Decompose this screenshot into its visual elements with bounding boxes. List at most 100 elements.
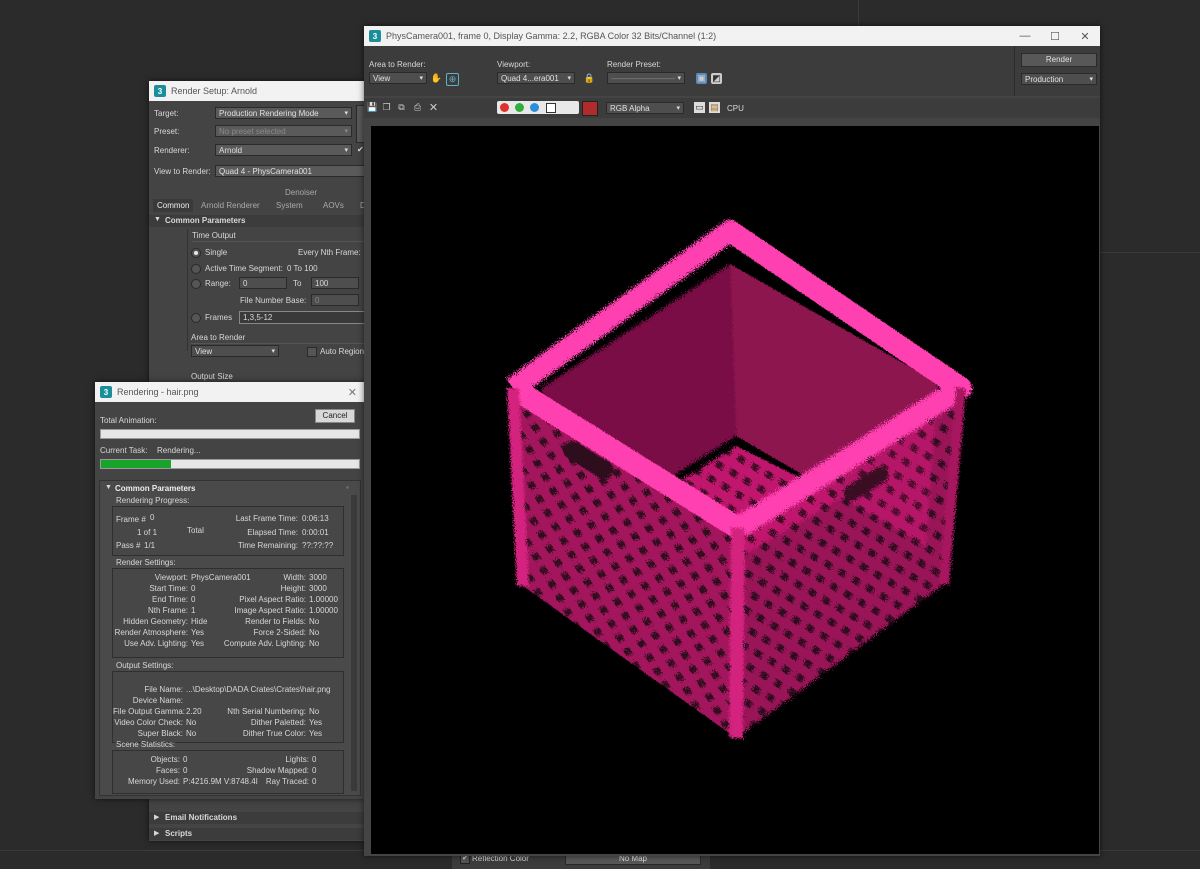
area-to-render-dropdown[interactable]: View ▾ — [191, 345, 279, 357]
file-name-value: ...\Desktop\DADA Crates\Crates\hair.png — [186, 685, 331, 694]
window-title: Render Setup: Arnold — [171, 86, 258, 96]
frame-buffer-titlebar[interactable]: 3 PhysCamera001, frame 0, Display Gamma:… — [364, 26, 1100, 46]
display-icon[interactable]: ▭ — [694, 102, 705, 113]
render-settings-box: Viewport: PhysCamera001 Width: 3000 Star… — [112, 568, 344, 658]
range-label: Range: — [205, 279, 231, 288]
frame-count: 1 of 1 — [137, 528, 158, 537]
rollout-handle-icon: ▪ — [346, 483, 349, 492]
alpha-channel-icon[interactable] — [546, 103, 556, 113]
render-setup-titlebar[interactable]: 3 Render Setup: Arnold — [149, 81, 367, 101]
rendering-progress-box: Frame # 0 1 of 1 Total Pass # 1/1 Last F… — [112, 506, 344, 556]
viewport-label: Viewport: — [497, 60, 531, 69]
frames-radio[interactable] — [191, 313, 201, 323]
active-segment-label: Active Time Segment: — [205, 264, 283, 273]
cancel-button[interactable]: Cancel — [315, 409, 355, 423]
monochrome-icon[interactable] — [565, 104, 572, 111]
render-fields-value: No — [309, 617, 320, 626]
checkmark-icon[interactable]: ✔ — [357, 145, 364, 154]
render-mode-dropdown[interactable]: Production ▾ — [1021, 73, 1097, 85]
current-task-value: Rendering... — [157, 446, 201, 455]
range-from-input[interactable]: 0 — [239, 277, 287, 289]
window-title: Rendering - hair.png — [117, 387, 199, 397]
environment-icon[interactable]: ◩ — [711, 73, 722, 84]
scene-statistics-box: Objects: 0 Lights: 0 Faces: 0 Shadow Map… — [112, 750, 344, 794]
tab-denoiser[interactable]: Denoiser — [285, 188, 317, 197]
color-swatch[interactable] — [582, 101, 598, 116]
preset-dropdown[interactable]: No preset selected ▾ — [215, 125, 352, 137]
green-channel-icon[interactable] — [515, 103, 524, 112]
tab-aovs[interactable]: AOVs — [323, 201, 344, 210]
maximize-icon[interactable]: ☐ — [1040, 26, 1070, 46]
viewport-divider — [1100, 252, 1200, 253]
active-segment-radio[interactable] — [191, 264, 201, 274]
pixel-aspect-label: Pixel Aspect Ratio: — [239, 595, 306, 604]
area-to-render-dropdown[interactable]: View ▾ — [369, 72, 427, 84]
tab-arnold-renderer[interactable]: Arnold Renderer — [201, 201, 260, 210]
dither-true-color-label: Dither True Color: — [242, 729, 306, 738]
scrollbar[interactable] — [351, 495, 357, 791]
lock-icon[interactable]: 🔒 — [584, 73, 595, 84]
faces-label: Faces: — [155, 766, 180, 775]
render-preset-label: Render Preset: — [607, 60, 661, 69]
viewport-label: Viewport: — [154, 573, 188, 582]
pass-value: 1/1 — [144, 541, 156, 550]
width-label: Width: — [283, 573, 306, 582]
frame-buffer-window: 3 PhysCamera001, frame 0, Display Gamma:… — [364, 26, 1100, 856]
viewport-dropdown[interactable]: Quad 4...era001 ▾ — [497, 72, 575, 84]
compute-adv-lighting-value: No — [309, 639, 320, 648]
rendering-titlebar[interactable]: 3 Rendering - hair.png ✕ — [95, 382, 365, 402]
auto-region-checkbox[interactable] — [307, 347, 317, 357]
scripts-rollout[interactable]: ▶ Scripts — [149, 828, 367, 840]
renderer-dropdown[interactable]: Arnold ▾ — [215, 144, 352, 156]
range-to-input[interactable]: 100 — [311, 277, 359, 289]
minimize-icon[interactable]: — — [1010, 26, 1040, 46]
file-name-label: File Name: — [144, 685, 183, 694]
tab-system[interactable]: System — [276, 201, 303, 210]
red-channel-icon[interactable] — [500, 103, 509, 112]
clear-icon[interactable]: ✕ — [428, 102, 439, 114]
channel-display-dropdown[interactable]: RGB Alpha ▾ — [606, 102, 684, 114]
common-params-heading: Common Parameters — [115, 484, 196, 493]
frames-input[interactable]: 1,3,5-12 — [239, 311, 367, 324]
single-radio[interactable] — [191, 248, 201, 258]
adv-lighting-value: Yes — [191, 639, 205, 648]
close-icon[interactable]: ✕ — [348, 386, 357, 399]
region-icon[interactable]: ⊕ — [446, 73, 459, 86]
image-icon[interactable]: ▤ — [709, 102, 720, 113]
render-button[interactable]: Render — [1021, 53, 1097, 67]
render-preset-dropdown[interactable]: ———————— ▾ — [607, 72, 685, 84]
email-notifications-rollout[interactable]: ▶ Email Notifications — [149, 812, 367, 824]
view-to-render-label: View to Render: — [154, 167, 211, 176]
pan-hand-icon[interactable]: ✋ — [431, 73, 442, 84]
viewport-divider — [858, 0, 859, 26]
save-icon[interactable]: 💾 — [367, 102, 378, 113]
rendering-progress-heading: Rendering Progress: — [116, 496, 190, 505]
tab-common[interactable]: Common — [153, 199, 194, 212]
target-dropdown[interactable]: Production Rendering Mode ▾ — [215, 107, 352, 119]
close-icon[interactable]: ✕ — [1070, 26, 1100, 46]
render-setup-icon[interactable]: ▣ — [696, 73, 707, 84]
dither-paletted-label: Dither Paletted: — [250, 718, 306, 727]
common-params-rollout[interactable]: ▼ Common Parameters — [149, 215, 367, 227]
render-canvas[interactable] — [371, 126, 1099, 854]
hidden-geometry-label: Hidden Geometry: — [123, 617, 188, 626]
video-color-check-value: No — [186, 718, 197, 727]
area-to-render-label: Area to Render: — [369, 60, 426, 69]
height-value: 3000 — [309, 584, 327, 593]
total-animation-progress — [100, 429, 360, 439]
view-to-render-dropdown[interactable]: Quad 4 - PhysCamera001 — [215, 165, 365, 177]
clone-icon[interactable]: ⧉ — [396, 102, 407, 113]
print-icon[interactable]: ⎙ — [412, 102, 423, 113]
file-number-base-input[interactable]: 0 — [311, 294, 359, 306]
expand-arrow-icon: ▶ — [154, 830, 160, 837]
super-black-value: No — [186, 729, 197, 738]
time-output-label: Time Output — [192, 231, 236, 240]
range-radio[interactable] — [191, 279, 201, 289]
last-frame-time-label: Last Frame Time: — [235, 514, 298, 523]
total-label: Total — [187, 526, 204, 535]
lights-value: 0 — [312, 755, 317, 764]
copy-icon[interactable]: ❐ — [381, 102, 392, 113]
preset-label: Preset: — [154, 127, 180, 136]
adv-lighting-label: Use Adv. Lighting: — [124, 639, 188, 648]
blue-channel-icon[interactable] — [530, 103, 539, 112]
